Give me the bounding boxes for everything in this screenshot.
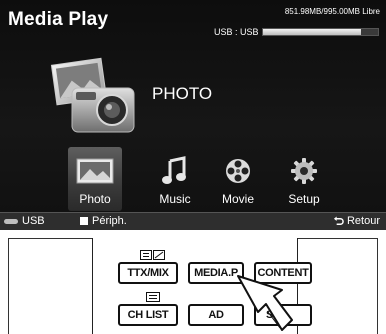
storage-bar: [262, 28, 379, 36]
media-play-screen: Media Play 851.98MB/995.00MB Libre USB :…: [0, 0, 386, 230]
menu-item-photo[interactable]: Photo: [65, 156, 125, 206]
menu-item-label: Setup: [288, 192, 320, 206]
menu-item-setup[interactable]: Setup: [274, 156, 334, 206]
usb-button-icon: [4, 218, 18, 224]
teletext-index-icon: [146, 292, 160, 302]
blue-button-icon: [80, 217, 88, 225]
ch-list-button[interactable]: CH LIST: [118, 304, 178, 326]
gear-icon: [291, 158, 317, 184]
app-title: Media Play: [8, 9, 109, 30]
menu-item-music[interactable]: Music: [145, 156, 205, 206]
menu-item-label: Photo: [79, 192, 111, 206]
usb-hint-label: USB: [22, 215, 45, 227]
category-label: PHOTO: [152, 84, 213, 103]
pointer-arrow-icon: [237, 275, 293, 331]
teletext-mix-icon: [140, 250, 165, 260]
device-label: USB : USB: [214, 27, 259, 37]
menu-item-label: Music: [159, 192, 191, 206]
storage-bar-fill: [263, 29, 362, 35]
music-note-icon: [162, 156, 186, 184]
back-hint[interactable]: Retour: [333, 215, 380, 227]
menu-item-label: Movie: [221, 192, 254, 206]
usb-hint[interactable]: USB: [4, 215, 45, 227]
return-arrow-icon: [333, 215, 344, 225]
device-hint[interactable]: Périph.: [80, 215, 127, 227]
photo-camera-icon: [50, 57, 135, 133]
menu-item-movie[interactable]: Movie: [208, 156, 268, 206]
film-reel-icon: [226, 159, 250, 183]
bottom-help-bar: USB Périph. Retour: [0, 212, 386, 230]
ttx-mix-button[interactable]: TTX/MIX: [118, 262, 178, 284]
device-hint-label: Périph.: [92, 215, 127, 227]
back-hint-label: Retour: [346, 215, 380, 227]
storage-text: 851.98MB/995.00MB Libre: [284, 7, 380, 16]
photo-icon: [76, 158, 114, 184]
